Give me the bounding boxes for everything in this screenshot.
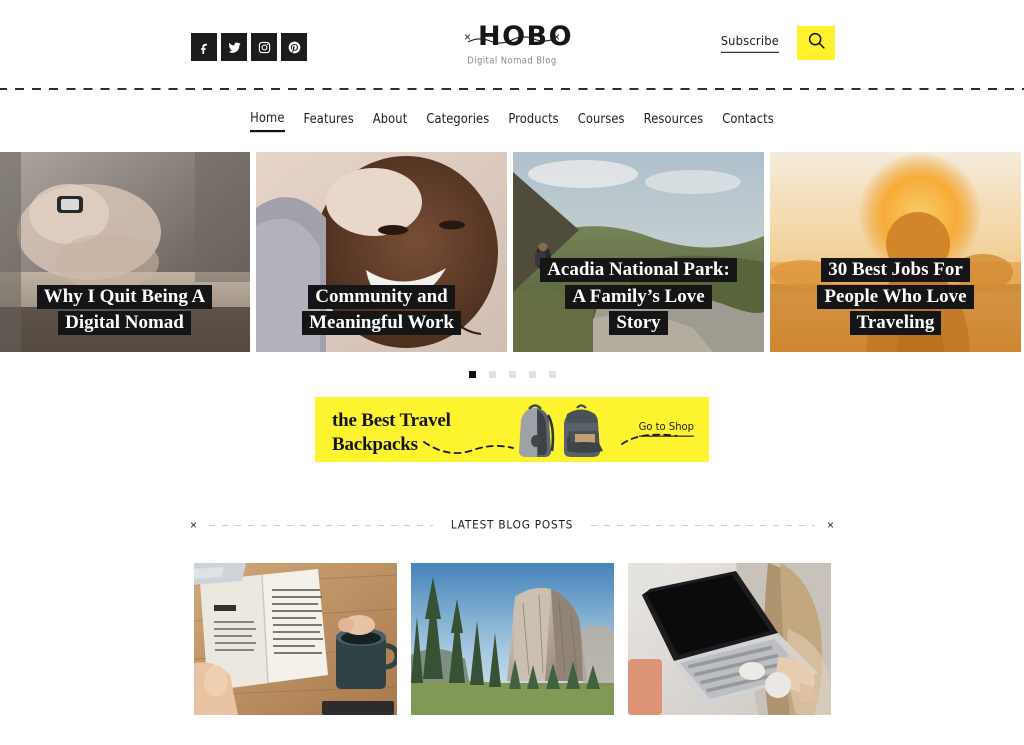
hero-slide-title: Acadia National Park: A Family’s Love St… — [513, 257, 764, 336]
search-icon — [807, 31, 826, 55]
promo-backpacks-image — [519, 404, 603, 457]
subscribe-link[interactable]: Subscribe — [720, 33, 779, 53]
site-logo[interactable]: × HOBO × Digital Nomad Blog — [0, 22, 1024, 67]
nav-item-courses[interactable]: Courses — [578, 111, 625, 131]
hero-slide-title-line: Meaningful Work — [302, 310, 461, 335]
search-button[interactable] — [797, 26, 835, 60]
hero-slide-title-line: Acadia National Park: — [540, 258, 737, 283]
section-title: LATEST BLOG POSTS — [450, 518, 574, 532]
hero-slide[interactable]: Acadia National Park: A Family’s Love St… — [513, 152, 764, 352]
nav-item-about[interactable]: About — [373, 111, 408, 131]
blog-post-card[interactable] — [193, 563, 397, 715]
divider-x-right-icon: × — [826, 518, 834, 532]
divider-line-left — [209, 524, 433, 526]
nav-item-contacts[interactable]: Contacts — [722, 111, 774, 131]
slider-dot-4[interactable] — [528, 371, 536, 378]
hero-slide-title-line: Community and — [308, 284, 455, 309]
promo-banner[interactable]: the Best Travel Backpacks Go to Shop — [315, 397, 709, 462]
hero-slide[interactable]: Why I Quit Being A Digital Nomad — [0, 152, 250, 352]
hero-slide-title: Community and Meaningful Work — [256, 284, 507, 336]
nav-item-products[interactable]: Products — [508, 111, 558, 131]
promo-title-line-2: Backpacks — [332, 434, 418, 456]
hero-slide-title: 30 Best Jobs For People Who Love Traveli… — [770, 257, 1021, 336]
blog-post-image-1 — [193, 563, 397, 715]
blog-post-card[interactable] — [410, 563, 614, 715]
blog-post-card[interactable] — [627, 563, 831, 715]
hero-slide[interactable]: Community and Meaningful Work — [256, 152, 507, 352]
divider-line-right — [591, 524, 815, 526]
hero-slide-title-line: A Family’s Love — [565, 284, 712, 309]
hero-slide-title-line: Why I Quit Being A — [36, 284, 213, 309]
latest-posts-grid — [0, 563, 1024, 715]
main-navigation: Home Features About Categories Products … — [0, 90, 1024, 152]
hero-slide-title-line: Digital Nomad — [58, 310, 191, 335]
logo-tagline: Digital Nomad Blog — [467, 55, 557, 67]
promo-title-line-1: the Best Travel — [332, 410, 451, 431]
logo-mark: HOBO — [468, 22, 572, 52]
promo-banner-wrapper: the Best Travel Backpacks Go to Shop — [0, 397, 1024, 462]
slider-dot-3[interactable] — [508, 371, 516, 378]
slider-dot-5[interactable] — [548, 371, 556, 378]
hero-slide-title: Why I Quit Being A Digital Nomad — [0, 284, 250, 336]
hero-slide[interactable]: 30 Best Jobs For People Who Love Traveli… — [770, 152, 1021, 352]
hero-slider: Why I Quit Being A Digital Nomad Communi… — [0, 152, 1024, 352]
hero-slide-title-line: Traveling — [849, 310, 942, 335]
divider-x-left-icon: × — [190, 518, 198, 532]
logo-x-left-icon: × — [463, 30, 471, 44]
hero-slide-title-line: 30 Best Jobs For — [821, 258, 970, 283]
site-header: × HOBO × Digital Nomad Blog Subscribe — [0, 0, 1024, 88]
promo-cta-link[interactable]: Go to Shop — [638, 421, 694, 437]
blog-post-image-2 — [410, 563, 614, 715]
latest-posts-divider: × LATEST BLOG POSTS × — [0, 518, 1024, 532]
header-actions: Subscribe — [720, 26, 835, 60]
logo-wordmark: HOBO — [478, 21, 574, 52]
promo-dashed-arc-left-icon — [423, 441, 514, 454]
nav-item-categories[interactable]: Categories — [426, 111, 489, 131]
nav-item-resources[interactable]: Resources — [644, 111, 704, 131]
nav-item-home[interactable]: Home — [250, 110, 285, 133]
hero-slide-title-line: People Who Love — [817, 284, 974, 309]
hero-slide-title-line: Story — [609, 310, 668, 335]
nav-item-features[interactable]: Features — [304, 111, 354, 131]
blog-post-image-3 — [627, 563, 831, 715]
slider-dot-2[interactable] — [488, 371, 496, 378]
slider-dot-1[interactable] — [468, 371, 476, 378]
hero-slider-pagination — [0, 352, 1024, 397]
